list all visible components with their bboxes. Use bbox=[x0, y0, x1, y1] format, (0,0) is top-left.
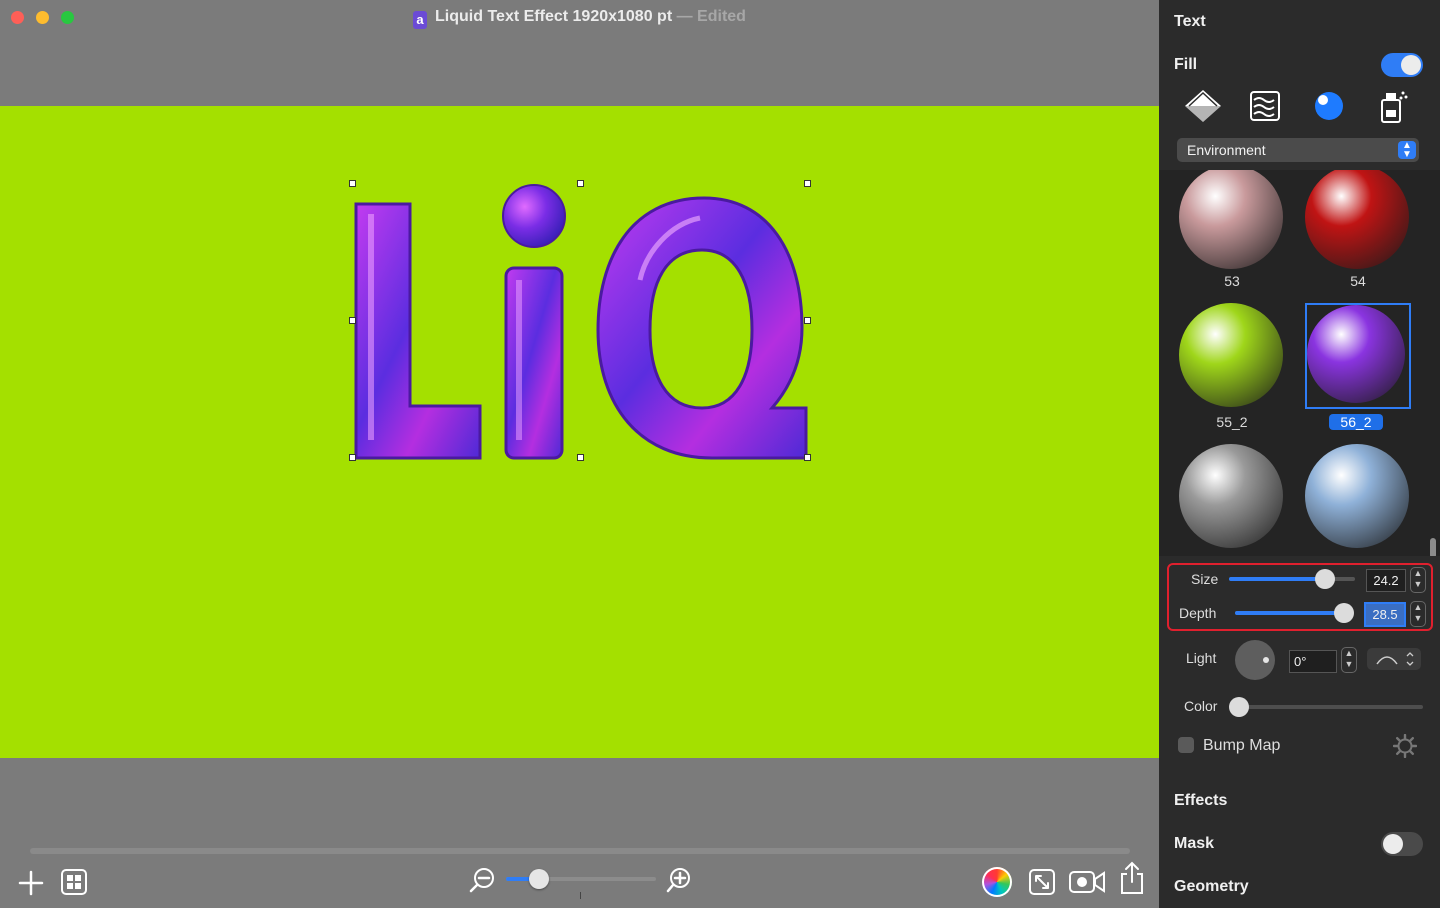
letter-Q bbox=[596, 196, 808, 460]
swatch-label-selected: 56_2 bbox=[1329, 414, 1383, 430]
environment-swatch-sky[interactable] bbox=[1305, 444, 1409, 548]
zoom-slider[interactable] bbox=[506, 869, 656, 889]
environment-swatch-53[interactable] bbox=[1179, 170, 1283, 269]
edited-status: — Edited bbox=[676, 8, 746, 25]
depth-label: Depth bbox=[1179, 605, 1217, 621]
mask-toggle[interactable] bbox=[1381, 832, 1423, 856]
inspector-panel: Text Fill Environment ▲ ▼ 53 54 55_2 56_2… bbox=[1159, 0, 1440, 908]
share-icon[interactable] bbox=[1118, 860, 1146, 896]
depth-value-field[interactable]: 28.5 bbox=[1364, 602, 1406, 627]
letter-L bbox=[354, 202, 482, 460]
resize-handle[interactable] bbox=[804, 180, 811, 187]
resize-icon[interactable] bbox=[1028, 868, 1056, 896]
zoom-in-icon[interactable] bbox=[666, 866, 694, 894]
environment-swatch-grid: 53 54 55_2 56_2 bbox=[1159, 170, 1440, 556]
swatch-label: 55_2 bbox=[1216, 414, 1248, 430]
gear-icon[interactable] bbox=[1393, 734, 1417, 758]
letter-i bbox=[502, 184, 566, 460]
swatch-label: 53 bbox=[1224, 273, 1240, 289]
zoom-slider-knob[interactable] bbox=[529, 869, 549, 889]
bump-map-label: Bump Map bbox=[1203, 737, 1281, 754]
horizontal-scrollbar[interactable] bbox=[30, 848, 1130, 854]
chevron-updown-icon: ▲ ▼ bbox=[1398, 141, 1416, 160]
swatch-label: 54 bbox=[1350, 273, 1366, 289]
resize-handle[interactable] bbox=[349, 180, 356, 187]
paint-bucket-icon[interactable] bbox=[1183, 88, 1223, 124]
resize-handle[interactable] bbox=[804, 454, 811, 461]
resize-handle[interactable] bbox=[577, 180, 584, 187]
section-geometry[interactable]: Geometry bbox=[1174, 878, 1249, 896]
section-text[interactable]: Text bbox=[1174, 13, 1206, 31]
light-curve-select[interactable] bbox=[1367, 648, 1421, 670]
depth-stepper[interactable]: ▲ ▼ bbox=[1410, 601, 1426, 627]
environment-swatch-55_2[interactable] bbox=[1179, 303, 1283, 407]
environment-select[interactable]: Environment ▲ ▼ bbox=[1177, 138, 1419, 162]
window-title: a Liquid Text Effect 1920x1080 pt — Edite… bbox=[0, 8, 1159, 29]
light-label: Light bbox=[1186, 650, 1217, 666]
light-stepper[interactable]: ▲ ▼ bbox=[1341, 647, 1357, 673]
environment-swatch-chrome[interactable] bbox=[1179, 444, 1283, 548]
environment-swatch-54[interactable] bbox=[1305, 170, 1409, 269]
document-icon: a bbox=[413, 11, 428, 29]
title-bar: a Liquid Text Effect 1920x1080 pt — Edite… bbox=[0, 0, 1159, 36]
depth-slider-knob[interactable] bbox=[1333, 603, 1354, 623]
layout-icon[interactable] bbox=[60, 868, 88, 896]
color-slider-knob[interactable] bbox=[1229, 697, 1249, 717]
liquid-text-object[interactable] bbox=[340, 170, 820, 470]
resize-handle[interactable] bbox=[804, 317, 811, 324]
environment-select-value: Environment bbox=[1187, 142, 1266, 158]
resize-handle[interactable] bbox=[349, 454, 356, 461]
record-icon[interactable] bbox=[1068, 868, 1106, 896]
fill-toggle[interactable] bbox=[1381, 53, 1423, 77]
environment-sphere-icon[interactable] bbox=[1309, 88, 1349, 124]
resize-handle[interactable] bbox=[577, 454, 584, 461]
curve-icon bbox=[1376, 652, 1414, 666]
add-icon[interactable] bbox=[18, 870, 44, 896]
size-stepper[interactable]: ▲ ▼ bbox=[1410, 567, 1426, 593]
size-value-field[interactable]: 24.2 bbox=[1366, 569, 1406, 592]
zoom-out-icon[interactable] bbox=[468, 866, 496, 894]
size-slider-knob[interactable] bbox=[1314, 569, 1335, 589]
zoom-tick bbox=[580, 892, 581, 899]
swatch-scrollbar[interactable] bbox=[1430, 538, 1436, 556]
editor-area: a Liquid Text Effect 1920x1080 pt — Edite… bbox=[0, 0, 1159, 908]
depth-slider[interactable] bbox=[1235, 603, 1354, 623]
spray-icon[interactable] bbox=[1373, 88, 1413, 124]
document-title: Liquid Text Effect 1920x1080 pt bbox=[435, 8, 673, 25]
color-label: Color bbox=[1184, 698, 1218, 714]
size-label: Size bbox=[1191, 571, 1219, 587]
section-effects[interactable]: Effects bbox=[1174, 792, 1227, 810]
texture-icon[interactable] bbox=[1245, 88, 1285, 124]
section-mask[interactable]: Mask bbox=[1174, 835, 1214, 853]
light-direction-dial[interactable] bbox=[1235, 640, 1275, 680]
bump-map-checkbox[interactable] bbox=[1178, 737, 1194, 753]
light-angle-field[interactable]: 0° bbox=[1289, 650, 1337, 673]
color-wheel-icon[interactable] bbox=[982, 867, 1012, 897]
size-slider[interactable] bbox=[1229, 569, 1355, 589]
section-fill[interactable]: Fill bbox=[1174, 56, 1197, 74]
selected-swatch-frame bbox=[1305, 303, 1411, 409]
color-slider[interactable] bbox=[1229, 697, 1423, 717]
resize-handle[interactable] bbox=[349, 317, 356, 324]
